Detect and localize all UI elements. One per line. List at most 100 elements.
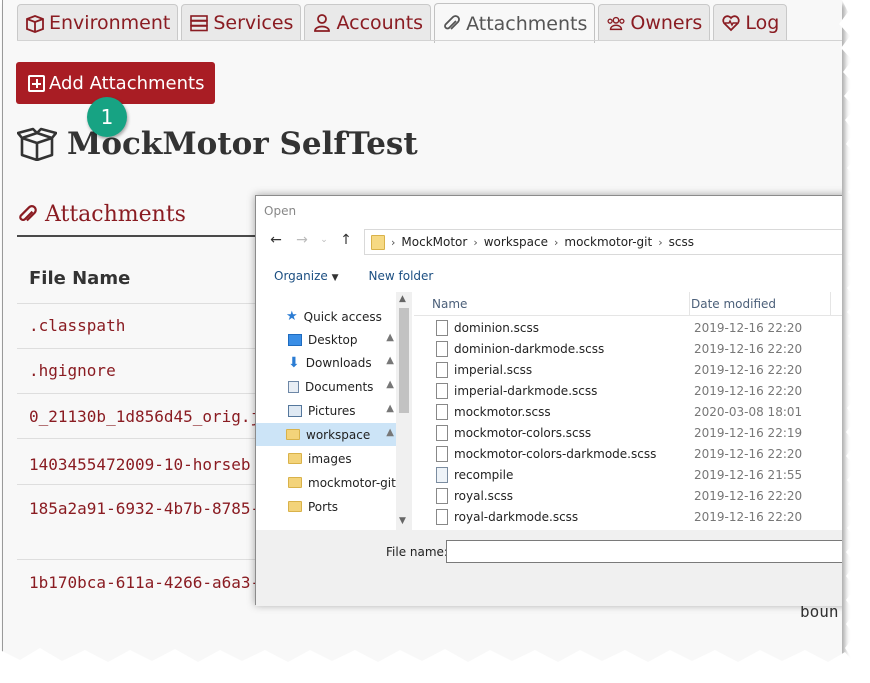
attachment-row[interactable]: .hgignore	[17, 348, 267, 393]
pin-icon: ▲	[386, 427, 394, 438]
nav-item-label: workspace	[306, 427, 371, 442]
file-row[interactable]: recompile 2019-12-16 21:55	[414, 465, 842, 486]
file-name-input[interactable]	[446, 540, 842, 563]
file-name: dominion.scss	[454, 321, 540, 335]
tab-attachments[interactable]: Attachments	[434, 3, 596, 43]
attachment-row[interactable]: 0_21130b_1d856d45_orig.jp	[17, 393, 267, 438]
tab-bar: Environment Services Accounts Attachment…	[17, 3, 788, 43]
column-name[interactable]: Name	[432, 297, 467, 311]
file-name: royal.scss	[454, 489, 513, 503]
add-attachments-button[interactable]: Add Attachments	[16, 62, 215, 104]
app-screenshot: Environment Services Accounts Attachment…	[2, 0, 842, 666]
file-name: royal-darkmode.scss	[454, 510, 579, 524]
file-icon	[436, 362, 448, 378]
file-name: recompile	[454, 468, 514, 482]
tab-label: Owners	[630, 11, 703, 34]
back-arrow-icon[interactable]: ←	[268, 232, 284, 248]
column-divider[interactable]	[830, 292, 831, 316]
tab-services[interactable]: Services	[181, 4, 302, 40]
file-row[interactable]: royal.scss 2019-12-16 22:20	[414, 486, 842, 507]
attachment-link[interactable]: 185a2a91-6932-4b7b-8785-	[29, 499, 260, 518]
breadcrumb-item[interactable]: MockMotor	[401, 235, 467, 249]
file-row[interactable]: royal-darkmode.scss 2019-12-16 22:20	[414, 507, 842, 528]
nav-item-label: images	[308, 451, 352, 466]
breadcrumb-item[interactable]: mockmotor-git	[564, 235, 652, 249]
nav-item-desktop[interactable]: Desktop ▲	[264, 328, 396, 351]
file-date-modified: 2020-03-08 18:01	[694, 405, 803, 419]
breadcrumb-item[interactable]: scss	[669, 235, 694, 249]
file-date-modified: 2019-12-16 22:20	[694, 489, 803, 503]
column-divider[interactable]	[689, 292, 690, 316]
file-list-header: ^ Name Date modified	[414, 292, 842, 316]
plus-square-icon	[28, 74, 45, 92]
recent-locations-icon[interactable]: ⌄	[320, 235, 328, 245]
nav-item-downloads[interactable]: ⬇ Downloads ▲	[264, 351, 396, 374]
tab-label: Services	[213, 11, 294, 34]
attachment-link[interactable]: .classpath	[29, 316, 125, 335]
chevron-right-icon: ›	[391, 235, 396, 249]
tab-accounts[interactable]: Accounts	[304, 4, 432, 40]
up-arrow-icon[interactable]: ↑	[338, 232, 354, 248]
nav-item-pictures[interactable]: Pictures ▲	[264, 399, 396, 422]
navigation-scrollbar[interactable]: ▲ ▼	[396, 292, 412, 530]
scroll-down-icon[interactable]: ▼	[399, 516, 406, 526]
attachment-row[interactable]: 185a2a91-6932-4b7b-8785-	[17, 484, 267, 559]
breadcrumb-item[interactable]: workspace	[484, 235, 548, 249]
pictures-icon	[288, 404, 302, 417]
chevron-right-icon: ›	[658, 235, 663, 249]
attachment-link[interactable]: 1b170bca-611a-4266-a6a3-6	[29, 573, 267, 592]
section-title-text: Attachments	[45, 202, 186, 227]
attachment-link[interactable]: 1403455472009-10-horseb	[29, 455, 251, 474]
box-open-icon	[17, 127, 57, 161]
attachment-link[interactable]: 0_21130b_1d856d45_orig.jp	[29, 407, 267, 426]
file-date-modified: 2019-12-16 22:20	[694, 447, 803, 461]
nav-item-quick-access[interactable]: ★ Quick access	[264, 305, 396, 328]
tab-environment[interactable]: Environment	[17, 4, 179, 40]
caret-down-icon: ▼	[331, 273, 339, 283]
chevron-right-icon: ›	[553, 235, 559, 249]
attachment-row[interactable]: 1403455472009-10-horseb	[17, 438, 267, 483]
nav-item-label: Quick access	[303, 309, 382, 324]
nav-item-mockmotor-git[interactable]: mockmotor-git	[264, 471, 396, 494]
nav-item-label: Desktop	[308, 332, 358, 347]
forward-arrow-icon[interactable]: →	[294, 232, 310, 248]
paperclip-icon	[444, 14, 460, 30]
dialog-toolbar: Organize ▼ New folder	[274, 269, 433, 283]
file-name: dominion-darkmode.scss	[454, 342, 605, 356]
star-icon: ★	[286, 309, 298, 324]
scrollbar-thumb[interactable]	[399, 308, 409, 413]
nav-item-label: Downloads	[305, 355, 372, 370]
file-icon	[436, 425, 448, 441]
tab-log[interactable]: Log	[713, 4, 788, 40]
nav-item-workspace[interactable]: workspace ▲	[256, 423, 396, 446]
file-name-column-header: File Name	[29, 268, 131, 289]
nav-item-documents[interactable]: Documents ▲	[264, 375, 396, 398]
attachment-row[interactable]: .classpath	[17, 303, 267, 348]
nav-item-ports[interactable]: Ports	[264, 495, 396, 518]
file-row[interactable]: imperial-darkmode.scss 2019-12-16 22:20	[414, 381, 842, 402]
file-row[interactable]: imperial.scss 2019-12-16 22:20	[414, 360, 842, 381]
file-row[interactable]: mockmotor-colors.scss 2019-12-16 22:19	[414, 423, 842, 444]
address-bar[interactable]: › MockMotor › workspace › mockmotor-git …	[364, 229, 842, 255]
column-date-modified[interactable]: Date modified	[691, 297, 776, 311]
desktop-icon	[288, 333, 302, 346]
file-row[interactable]: mockmotor.scss 2020-03-08 18:01	[414, 402, 842, 423]
nav-item-label: Ports	[308, 499, 339, 514]
config-file-icon	[436, 467, 448, 483]
tab-owners[interactable]: Owners	[598, 4, 711, 40]
page-title: MockMotor SelfTest	[17, 126, 418, 162]
file-row[interactable]: dominion-darkmode.scss 2019-12-16 22:20	[414, 339, 842, 360]
attachment-link[interactable]: .hgignore	[29, 361, 116, 380]
file-name-label: File name:	[386, 545, 448, 559]
nav-item-images[interactable]: images	[264, 447, 396, 470]
file-icon	[436, 509, 448, 525]
organize-menu[interactable]: Organize ▼	[274, 269, 339, 283]
new-folder-button[interactable]: New folder	[369, 269, 434, 283]
attachment-row[interactable]: 1b170bca-611a-4266-a6a3-6	[17, 559, 267, 634]
folder-icon	[288, 477, 302, 488]
file-icon	[436, 341, 448, 357]
file-row[interactable]: mockmotor-colors-darkmode.scss 2019-12-16…	[414, 444, 842, 465]
file-icon	[436, 446, 448, 462]
scroll-up-icon[interactable]: ▲	[399, 294, 406, 304]
file-row[interactable]: dominion.scss 2019-12-16 22:20	[414, 318, 842, 339]
